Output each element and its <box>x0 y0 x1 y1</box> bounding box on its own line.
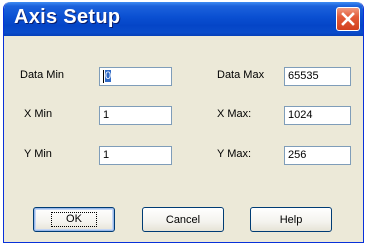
x-min-label: X Min <box>24 108 53 120</box>
data-min-value: 0 <box>105 70 112 82</box>
y-max-value: 256 <box>288 149 307 161</box>
title-bar[interactable]: Axis Setup <box>4 2 363 36</box>
x-max-label: X Max: <box>217 108 252 120</box>
data-max-label: Data Max <box>217 69 265 81</box>
cancel-button-label: Cancel <box>165 213 201 226</box>
x-max-field[interactable]: 1024 <box>284 106 351 125</box>
close-icon <box>341 12 355 26</box>
help-button[interactable]: Help <box>250 207 332 232</box>
help-button-label: Help <box>279 213 303 226</box>
data-max-field[interactable]: 65535 <box>284 67 351 86</box>
data-min-label: Data Min <box>20 69 65 81</box>
x-max-value: 1024 <box>288 109 313 121</box>
close-button[interactable] <box>336 7 360 31</box>
data-min-field[interactable]: 0 <box>99 67 172 86</box>
x-min-field[interactable]: 1 <box>99 106 172 125</box>
ok-button[interactable]: OK <box>33 207 115 232</box>
y-min-field[interactable]: 1 <box>99 146 172 165</box>
y-max-label: Y Max: <box>217 148 252 160</box>
y-min-value: 1 <box>103 149 110 161</box>
data-max-value: 65535 <box>288 70 319 82</box>
dialog-title: Axis Setup <box>14 6 121 28</box>
x-min-value: 1 <box>103 109 110 121</box>
axis-setup-dialog: Axis Setup Data Min 0 X Min 1 Y Min 1 Da… <box>3 2 364 243</box>
ok-button-label: OK <box>51 212 97 227</box>
y-min-label: Y Min <box>24 148 52 160</box>
y-max-field[interactable]: 256 <box>284 146 351 165</box>
cancel-button[interactable]: Cancel <box>142 207 224 232</box>
